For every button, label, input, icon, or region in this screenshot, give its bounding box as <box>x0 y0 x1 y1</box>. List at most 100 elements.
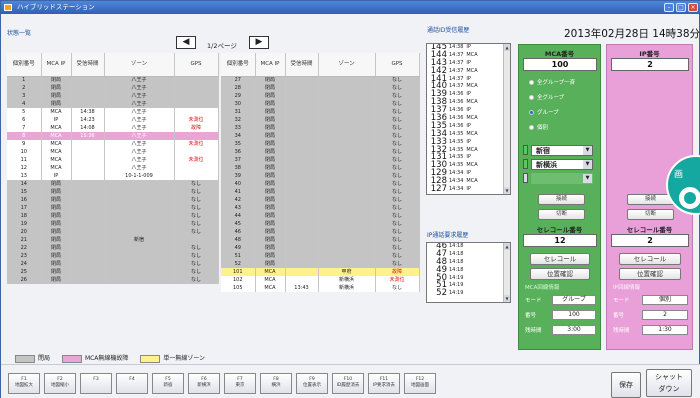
table-row[interactable]: 5 MCA 14:38 八王子 <box>7 108 219 116</box>
table-row[interactable]: 16 閉局 なし <box>7 196 219 204</box>
table-row[interactable]: 24 閉局 なし <box>7 260 219 268</box>
history-item[interactable]: 52 14:19 <box>427 289 510 298</box>
table-row[interactable]: 9 MCA 八王子 未測位 <box>7 140 219 148</box>
history-item[interactable]: 127 14:34 IP <box>427 185 510 194</box>
table-row[interactable]: 31 閉局 なし <box>221 108 420 116</box>
table-row[interactable]: 15 閉局 なし <box>7 188 219 196</box>
fkey-f11[interactable]: F11 IP要求消去 <box>368 373 400 394</box>
table-row[interactable]: 42 閉局 なし <box>221 196 420 204</box>
fkey-f2[interactable]: F2 地図縮小 <box>44 373 76 394</box>
zone-select-1[interactable]: 新宿 ▼ <box>531 145 593 156</box>
table-row[interactable]: 19 閉局 なし <box>7 220 219 228</box>
id-history-scrollbar[interactable]: ▲ ▼ <box>503 44 510 194</box>
shutdown-button[interactable]: シャット ダウン <box>646 369 692 397</box>
table-row[interactable]: 37 閉局 なし <box>221 156 420 164</box>
ip-history-scrollbar[interactable]: ▲ ▼ <box>503 243 510 302</box>
ip-history-list[interactable]: 46 14:18 47 14:18 48 14:18 49 14:18 50 14:19 51 14:… <box>426 242 511 303</box>
ip-number-field[interactable]: 2 <box>611 58 689 71</box>
scroll-up-icon[interactable]: ▲ <box>504 243 510 250</box>
table-row[interactable]: 25 閉局 なし <box>7 268 219 276</box>
scroll-up-icon[interactable]: ▲ <box>504 44 510 51</box>
table-row[interactable]: 36 閉局 なし <box>221 148 420 156</box>
mca-number-field[interactable]: 100 <box>523 58 597 71</box>
table-row[interactable]: 4 閉局 八王子 <box>7 100 219 108</box>
ip-disconnect-button[interactable]: 切断 <box>627 209 674 220</box>
prev-page-button[interactable]: ◀ <box>176 36 196 49</box>
save-button[interactable]: 保存 <box>611 372 641 398</box>
radio-all-groups[interactable]: 全グループ <box>529 93 564 101</box>
table-row[interactable]: 1 閉局 八王子 <box>7 76 219 84</box>
table-row[interactable]: 49 閉局 なし <box>221 244 420 252</box>
table-row[interactable]: 39 閉局 なし <box>221 172 420 180</box>
fkey-f9[interactable]: F9 位置表示 <box>296 373 328 394</box>
table-row[interactable]: 12 MCA 八王子 <box>7 164 219 172</box>
next-page-button[interactable]: ▶ <box>249 36 269 49</box>
table-row[interactable]: 7 MCA 14:08 八王子 故障 <box>7 124 219 132</box>
table-row[interactable]: 51 閉局 なし <box>221 252 420 260</box>
table-row[interactable]: 26 閉局 なし <box>7 276 219 284</box>
minimize-button[interactable]: – <box>664 3 674 12</box>
mca-connect-button[interactable]: 接続 <box>538 194 585 205</box>
table-row[interactable]: 17 閉局 なし <box>7 204 219 212</box>
fkey-f10[interactable]: F10 ID履歴消去 <box>332 373 364 394</box>
ip-connect-button[interactable]: 接続 <box>627 194 674 205</box>
table-row[interactable]: 34 閉局 なし <box>221 132 420 140</box>
table-row[interactable]: 45 閉局 なし <box>221 220 420 228</box>
table-row[interactable]: 32 閉局 なし <box>221 116 420 124</box>
radio-individual[interactable]: 個別 <box>529 123 548 131</box>
table-row[interactable]: 14 閉局 なし <box>7 180 219 188</box>
table-row[interactable]: 11 MCA 八王子 未測位 <box>7 156 219 164</box>
mca-position-button[interactable]: 位置確認 <box>530 268 590 280</box>
mca-disconnect-button[interactable]: 切断 <box>538 209 585 220</box>
table-row[interactable]: 21 閉局 新宿 <box>7 236 219 244</box>
fkey-f8[interactable]: F8 横浜 <box>260 373 292 394</box>
table-row[interactable]: 52 閉局 なし <box>221 260 420 268</box>
table-row[interactable]: 48 閉局 なし <box>221 236 420 244</box>
ip-selcall-number[interactable]: 2 <box>611 234 689 247</box>
table-row[interactable]: 38 閉局 なし <box>221 164 420 172</box>
table-row[interactable]: 3 閉局 八王子 <box>7 92 219 100</box>
table-row[interactable]: 43 閉局 なし <box>221 204 420 212</box>
fkey-f7[interactable]: F7 東京 <box>224 373 256 394</box>
table-row[interactable]: 13 IP 10-1-1-009 <box>7 172 219 180</box>
table-row[interactable]: 8 MCA 15:36 八王子 <box>7 132 219 140</box>
radio-group[interactable]: グループ <box>529 108 559 116</box>
table-row[interactable]: 23 閉局 なし <box>7 252 219 260</box>
fkey-f6[interactable]: F6 新横浜 <box>188 373 220 394</box>
scroll-down-icon[interactable]: ▼ <box>504 187 510 194</box>
table-row[interactable]: 33 閉局 なし <box>221 124 420 132</box>
table-row[interactable]: 2 閉局 八王子 <box>7 84 219 92</box>
fkey-f3[interactable]: F3 <box>80 373 112 394</box>
maximize-button[interactable]: □ <box>676 3 686 12</box>
ip-position-button[interactable]: 位置確認 <box>619 268 681 280</box>
table-row[interactable]: 41 閉局 なし <box>221 188 420 196</box>
table-row[interactable]: 27 閉局 なし <box>221 76 420 84</box>
scroll-down-icon[interactable]: ▼ <box>504 295 510 302</box>
radio-all-groups-broadcast[interactable]: 全グループ一斉 <box>529 78 575 86</box>
table-row[interactable]: 40 閉局 なし <box>221 180 420 188</box>
close-button[interactable]: × <box>688 3 698 12</box>
zone-select-3[interactable]: ▼ <box>531 173 593 184</box>
table-row[interactable]: 6 IP 14:23 八王子 未測位 <box>7 116 219 124</box>
id-history-list[interactable]: 145 14:38 IP 144 14:37 MCA 143 14:37 IP 142 14:37 M… <box>426 43 511 195</box>
ip-selcall-button[interactable]: セレコール <box>619 253 681 265</box>
table-row[interactable]: 105 MCA 13:43 新横浜 なし <box>221 284 420 292</box>
table-row[interactable]: 29 閉局 なし <box>221 92 420 100</box>
table-row[interactable]: 18 閉局 なし <box>7 212 219 220</box>
zone-select-2[interactable]: 新横浜 ▼ <box>531 159 593 170</box>
table-row[interactable]: 28 閉局 なし <box>221 84 420 92</box>
fkey-f4[interactable]: F4 <box>116 373 148 394</box>
table-row[interactable]: 20 閉局 なし <box>7 228 219 236</box>
table-row[interactable]: 30 閉局 なし <box>221 100 420 108</box>
fkey-f12[interactable]: F12 地図画面 <box>404 373 436 394</box>
table-row[interactable]: 102 MCA 新横浜 未測位 <box>221 276 420 284</box>
fkey-f5[interactable]: F5 新宿 <box>152 373 184 394</box>
table-row[interactable]: 35 閉局 なし <box>221 140 420 148</box>
table-row[interactable]: 22 閉局 なし <box>7 244 219 252</box>
table-row[interactable]: 46 閉局 なし <box>221 228 420 236</box>
table-row[interactable]: 101 MCA 甲府 故障 <box>221 268 420 276</box>
fkey-f1[interactable]: F1 地図拡大 <box>8 373 40 394</box>
mca-selcall-button[interactable]: セレコール <box>530 253 590 265</box>
mca-selcall-number[interactable]: 12 <box>523 234 597 247</box>
table-row[interactable]: 10 MCA 八王子 <box>7 148 219 156</box>
